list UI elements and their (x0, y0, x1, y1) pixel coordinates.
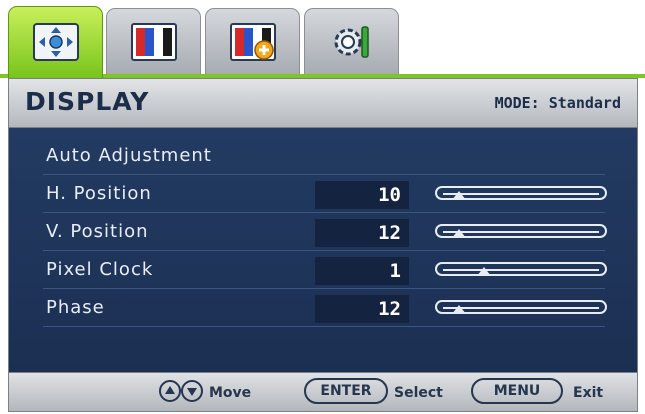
color-bars-plus-icon (230, 23, 276, 61)
tab-system[interactable] (304, 8, 399, 74)
color-bars-icon (131, 23, 177, 61)
header-bar: DISPLAY MODE: Standard (8, 78, 638, 128)
down-arrow-button[interactable] (181, 380, 203, 402)
tab-picture[interactable] (106, 8, 201, 74)
menu-item-phase[interactable]: Phase 12 (43, 292, 607, 327)
pixel-clock-value: 1 (315, 257, 409, 285)
exit-label: Exit (573, 385, 604, 401)
up-arrow-button[interactable] (159, 380, 181, 402)
slider-track (443, 231, 599, 233)
enter-button[interactable]: ENTER (304, 378, 388, 404)
key-hint-bar: Move ENTER Select MENU Exit (8, 372, 638, 412)
phase-value: 12 (315, 295, 409, 323)
slider-track (443, 307, 599, 309)
menu-item-h-position[interactable]: H. Position 10 (43, 178, 607, 213)
slider-thumb[interactable] (451, 305, 466, 314)
mode-indicator: MODE: Standard (494, 94, 621, 112)
slider-track (443, 269, 599, 271)
v-position-value: 12 (315, 219, 409, 247)
slider-thumb[interactable] (476, 267, 491, 276)
h-position-value: 10 (315, 181, 409, 209)
tab-picture-advanced[interactable] (205, 8, 300, 74)
tab-display[interactable] (8, 6, 103, 78)
menu-button[interactable]: MENU (471, 378, 563, 404)
menu-item-pixel-clock[interactable]: Pixel Clock 1 (43, 254, 607, 289)
slider-thumb[interactable] (451, 191, 466, 200)
select-label: Select (394, 385, 443, 401)
page-title: DISPLAY (25, 87, 150, 116)
slider-track (443, 193, 599, 195)
display-menu: Auto Adjustment H. Position 10 V. Positi… (8, 128, 638, 372)
menu-item-label: Auto Adjustment (46, 145, 212, 166)
menu-item-label: H. Position (46, 183, 152, 204)
menu-item-label: Pixel Clock (46, 259, 154, 280)
pixel-clock-slider[interactable] (435, 262, 607, 276)
menu-item-auto-adjustment[interactable]: Auto Adjustment (43, 140, 605, 175)
menu-item-v-position[interactable]: V. Position 12 (43, 216, 607, 251)
v-position-slider[interactable] (435, 224, 607, 238)
h-position-slider[interactable] (435, 186, 607, 200)
move-label: Move (209, 385, 252, 401)
menu-item-label: V. Position (46, 221, 149, 242)
phase-slider[interactable] (435, 300, 607, 314)
menu-item-label: Phase (46, 297, 105, 318)
gear-wrench-icon (334, 26, 369, 58)
up-arrow-icon (165, 386, 175, 394)
display-adjust-icon (33, 23, 79, 61)
down-arrow-icon (187, 388, 197, 396)
slider-thumb[interactable] (451, 229, 466, 238)
tab-bar (0, 0, 645, 78)
